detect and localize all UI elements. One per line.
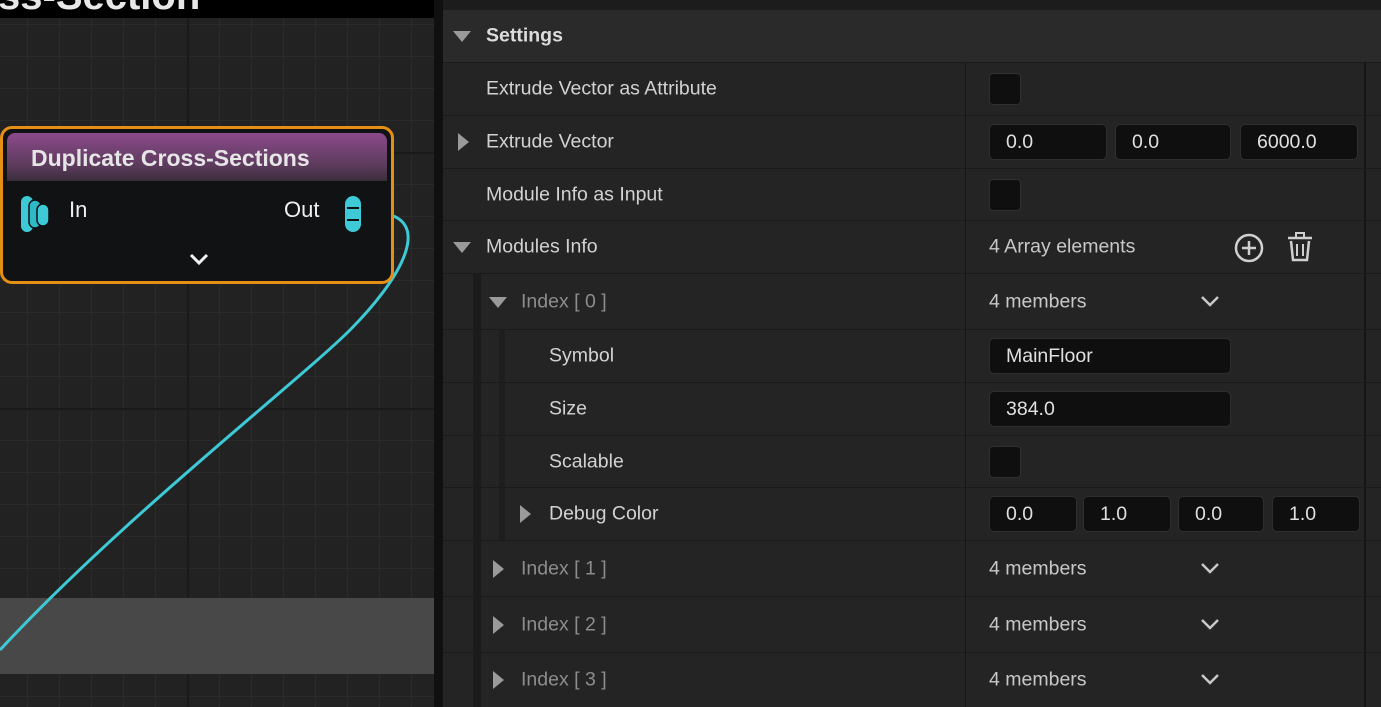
extrude-vector-x-field[interactable]: 0.0 [989,124,1107,160]
size-field[interactable]: 384.0 [989,391,1231,427]
extrude-vector-y-field[interactable]: 0.0 [1115,124,1231,160]
extrude-vector-z-field[interactable]: 6000.0 [1240,124,1358,160]
collapse-triangle-icon[interactable] [453,242,471,253]
index-3-row: Index [ 3 ] 4 members [443,653,1381,707]
expand-triangle-icon[interactable] [520,505,531,523]
extrude-vector-label: Extrude Vector [486,130,614,153]
extrude-vector-as-attribute-row: Extrude Vector as Attribute [443,63,1381,116]
module-info-as-input-row: Module Info as Input [443,169,1381,221]
index-number: 0 [584,290,596,312]
index-2-row: Index [ 2 ] 4 members [443,597,1381,653]
debug-color-r-field[interactable]: 0.0 [989,496,1077,532]
node-header: Duplicate Cross-Sections [7,133,387,181]
index-0-row: Index [ 0 ] 4 members [443,274,1381,330]
extrude-vector-row: Extrude Vector 0.0 0.0 6000.0 [443,116,1381,169]
settings-label: Settings [486,24,563,47]
graph-editor[interactable]: ss-Section Duplicate Cross-Sections In O… [0,0,434,707]
size-label: Size [549,397,587,420]
chevron-down-icon[interactable] [187,251,211,267]
connection-wire[interactable] [0,0,434,707]
index-number: 2 [584,613,596,635]
collapse-triangle-icon[interactable] [453,31,471,42]
scalable-checkbox[interactable] [989,445,1021,478]
module-info-as-input-label: Module Info as Input [486,183,663,205]
expand-triangle-icon[interactable] [493,615,504,634]
symbol-field[interactable]: MainFloor [989,338,1231,374]
index-2-label: Index [ 2 ] [521,613,607,635]
debug-color-a-field[interactable]: 1.0 [1272,496,1360,532]
collapse-triangle-icon[interactable] [489,296,507,308]
plus-circle-icon[interactable] [1233,232,1265,264]
debug-color-b-field[interactable]: 0.0 [1178,496,1264,532]
index-1-label: Index [ 1 ] [521,557,607,579]
index-1-members: 4 members [989,557,1087,579]
index-3-label: Index [ 3 ] [521,668,607,691]
chevron-down-icon[interactable] [1199,561,1221,575]
expand-triangle-icon[interactable] [493,559,504,578]
index-0-label: Index [ 0 ] [521,290,607,312]
index-label-text: Index [521,668,569,691]
index-label-text: Index [521,613,569,635]
extrude-vector-as-attribute-label: Extrude Vector as Attribute [486,77,717,100]
output-pin-label: Out [284,197,320,222]
index-number: 3 [584,668,596,691]
index-number: 1 [584,557,596,579]
debug-color-g-field[interactable]: 1.0 [1083,496,1171,532]
size-row: Size 384.0 [443,383,1381,436]
module-info-as-input-checkbox[interactable] [989,178,1021,211]
chevron-down-icon[interactable] [1199,617,1221,631]
modules-info-count: 4 Array elements [989,235,1136,258]
debug-color-label: Debug Color [549,502,659,525]
index-0-members: 4 members [989,290,1087,312]
input-pin-icon[interactable] [17,192,57,236]
duplicate-cross-sections-node[interactable]: Duplicate Cross-Sections In Out [0,126,394,284]
input-pin-label: In [69,197,88,222]
node-title: Duplicate Cross-Sections [31,145,310,171]
symbol-row: Symbol MainFloor [443,330,1381,383]
chevron-down-icon[interactable] [1199,672,1221,686]
modules-info-label: Modules Info [486,235,598,258]
extrude-vector-as-attribute-checkbox[interactable] [989,73,1021,105]
expand-triangle-icon[interactable] [493,671,504,689]
panel-splitter[interactable] [434,0,443,707]
expand-triangle-icon[interactable] [458,133,469,151]
index-3-members: 4 members [989,668,1087,691]
scalable-label: Scalable [549,450,624,472]
debug-color-row: Debug Color 0.0 1.0 0.0 1.0 [443,488,1381,541]
details-panel: Settings Extrude Vector as Attribute Ext… [443,0,1381,707]
modules-info-row: Modules Info 4 Array elements [443,221,1381,274]
index-2-members: 4 members [989,613,1087,635]
scalable-row: Scalable [443,436,1381,488]
chevron-down-icon[interactable] [1199,294,1221,308]
trash-icon[interactable] [1285,231,1315,263]
settings-section-header[interactable]: Settings [443,10,1381,63]
index-1-row: Index [ 1 ] 4 members [443,541,1381,597]
index-label-text: Index [521,290,569,312]
index-label-text: Index [521,557,569,579]
symbol-label: Symbol [549,344,615,367]
panel-top-strip [443,0,1381,10]
output-pin-icon[interactable] [340,192,370,236]
